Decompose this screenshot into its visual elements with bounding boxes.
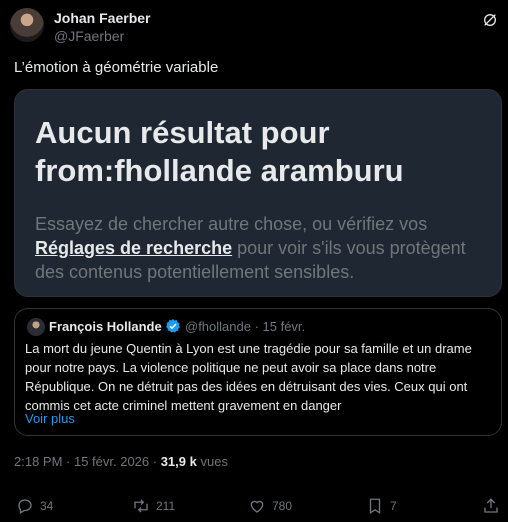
author-name[interactable]: Johan Faerber bbox=[54, 10, 150, 26]
verified-icon bbox=[166, 319, 180, 333]
search-result-card[interactable]: Aucun résultat pour from:fhollande aramb… bbox=[14, 89, 502, 297]
tweet-meta: 2:18 PM · 15 févr. 2026 · 31,9 k vues bbox=[14, 454, 228, 469]
avatar[interactable] bbox=[10, 8, 44, 42]
views-count: 31,9 k bbox=[160, 454, 197, 469]
like-icon bbox=[250, 500, 264, 513]
card-body: Essayez de chercher autre chose, ou véri… bbox=[35, 212, 497, 284]
card-title: Aucun résultat pour from:fhollande aramb… bbox=[35, 115, 404, 188]
reply-count: 34 bbox=[40, 499, 54, 513]
tweet-text: L’émotion à géométrie variable bbox=[14, 59, 219, 76]
quoted-author-name: François Hollande bbox=[49, 319, 162, 334]
author-handle[interactable]: @JFaerber bbox=[54, 28, 124, 44]
grok-icon[interactable] bbox=[482, 12, 498, 28]
reply-icon bbox=[18, 499, 32, 514]
search-settings-link[interactable]: Réglages de recherche bbox=[35, 238, 232, 258]
bookmark-count: 7 bbox=[390, 499, 397, 513]
quoted-tweet[interactable]: François Hollande @fhollande · 15 févr. … bbox=[14, 308, 502, 436]
like-count: 780 bbox=[272, 499, 293, 513]
views-label: vues bbox=[200, 454, 228, 469]
quoted-handle-date: @fhollande · 15 févr. bbox=[185, 319, 306, 334]
action-bar: 34 211 780 7 bbox=[14, 496, 502, 516]
timestamp[interactable]: 2:18 PM · 15 févr. 2026 · bbox=[14, 454, 157, 469]
bookmark-button[interactable]: 7 bbox=[366, 496, 397, 516]
tweet-header: Johan Faerber @JFaerber bbox=[10, 8, 498, 48]
like-button[interactable]: 780 bbox=[248, 496, 292, 516]
quoted-avatar bbox=[27, 318, 45, 336]
repost-button[interactable]: 211 bbox=[132, 496, 175, 516]
reply-button[interactable]: 34 bbox=[16, 496, 53, 516]
share-icon bbox=[484, 498, 498, 513]
share-button[interactable] bbox=[482, 496, 506, 516]
quoted-text: La mort du jeune Quentin à Lyon est une … bbox=[25, 341, 472, 413]
repost-icon bbox=[134, 499, 148, 513]
bookmark-icon bbox=[369, 498, 381, 515]
repost-count: 211 bbox=[156, 499, 176, 513]
show-more-link[interactable]: Voir plus bbox=[25, 411, 75, 426]
card-body-before: Essayez de chercher autre chose, ou véri… bbox=[35, 214, 428, 234]
